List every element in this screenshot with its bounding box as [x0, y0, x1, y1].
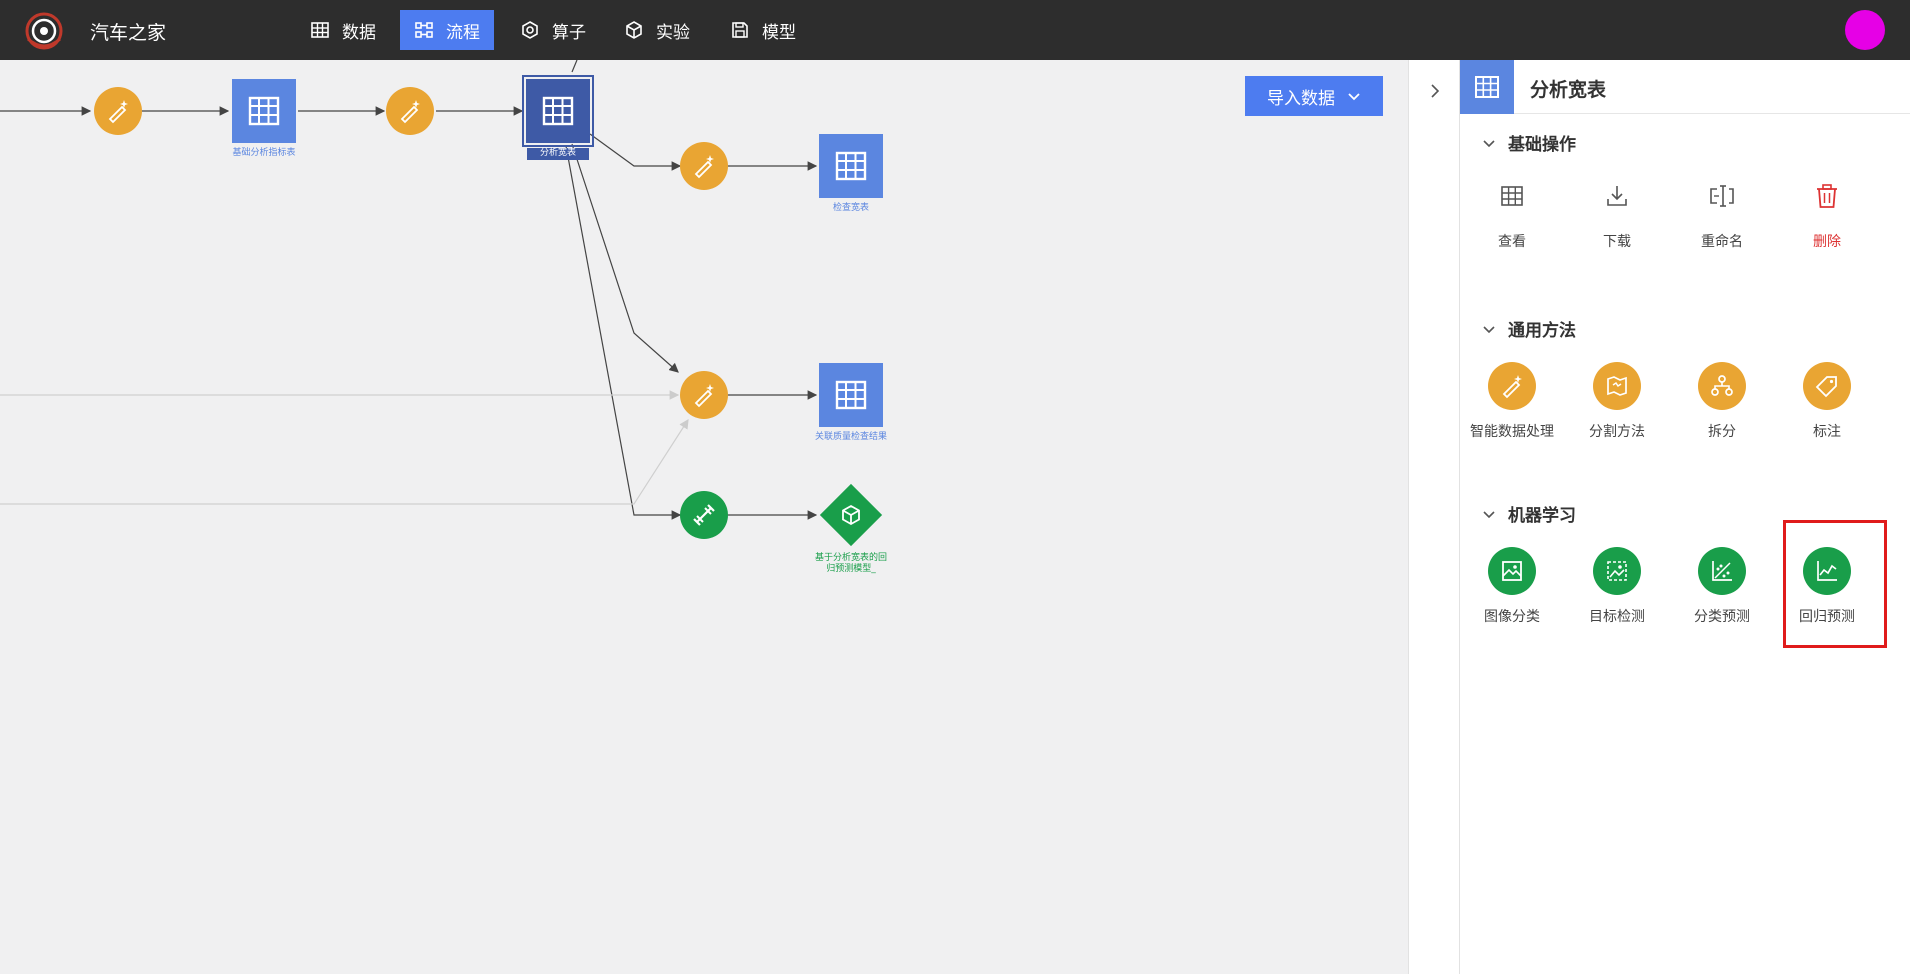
import-data-label: 导入数据	[1267, 88, 1335, 109]
section-machine-learning-title: 机器学习	[1508, 506, 1576, 526]
hierarchy-icon	[1698, 362, 1746, 410]
smart-process-node[interactable]	[680, 371, 728, 419]
nav-models[interactable]: 模型	[716, 10, 810, 50]
chevron-right-icon[interactable]	[1427, 83, 1443, 99]
tool-annotate-label: 标注	[1813, 424, 1841, 440]
dumbbell-icon	[693, 504, 715, 526]
tool-delete-label: 删除	[1813, 234, 1841, 250]
panel-collapse-strip[interactable]	[1408, 60, 1460, 974]
section-basic-ops[interactable]: 基础操作	[1482, 130, 1576, 155]
table-icon	[542, 96, 574, 126]
save-icon	[732, 22, 748, 38]
nav-experiments-label: 实验	[656, 22, 690, 43]
section-general-methods-title: 通用方法	[1508, 321, 1576, 341]
chevron-down-icon	[1348, 93, 1360, 101]
cube-icon	[842, 504, 860, 526]
panel-header: 分析宽表	[1460, 60, 1910, 114]
panel-table-icon	[1460, 60, 1514, 114]
image-classify-icon	[1488, 547, 1536, 595]
table-icon	[835, 380, 867, 410]
magic-wand-icon	[694, 155, 714, 179]
nav-operators-label: 算子	[552, 22, 586, 43]
tool-classification-prediction-label: 分类预测	[1694, 609, 1750, 625]
model-diamond	[819, 483, 883, 547]
app-title: 汽车之家	[90, 22, 167, 44]
tool-rename[interactable]: 重命名	[1670, 172, 1774, 251]
nav-data-label: 数据	[342, 22, 376, 43]
panel-title: 分析宽表	[1530, 79, 1607, 101]
table-node-check-label: 检查宽表	[832, 203, 869, 213]
table-node-check[interactable]	[819, 134, 883, 198]
nav-flow-label: 流程	[446, 22, 480, 43]
section-machine-learning[interactable]: 机器学习	[1482, 501, 1576, 526]
tool-split-method-label: 分割方法	[1589, 424, 1645, 440]
tool-object-detection-label: 目标检测	[1589, 609, 1645, 625]
table-icon	[311, 22, 329, 38]
table-node-wide-label: 分析宽表	[527, 148, 589, 160]
table-node-base[interactable]	[232, 79, 296, 143]
cube-icon	[626, 21, 642, 39]
flow-icon	[415, 22, 433, 38]
model-node-regression-label: 基于分析宽表的回归预测模型_	[814, 553, 887, 574]
table-icon	[1488, 172, 1536, 220]
tool-image-classification-label: 图像分类	[1484, 609, 1540, 625]
tag-icon	[1803, 362, 1851, 410]
nav-data[interactable]: 数据	[296, 10, 390, 50]
smart-process-node[interactable]	[94, 87, 142, 135]
regression-train-node[interactable]	[680, 491, 728, 539]
chevron-down-icon	[1483, 325, 1495, 333]
smart-process-node[interactable]	[680, 142, 728, 190]
split-map-icon	[1593, 362, 1641, 410]
scatter-icon	[1698, 547, 1746, 595]
magic-wand-icon	[1488, 362, 1536, 410]
tool-view[interactable]: 查看	[1460, 172, 1564, 251]
chevron-down-icon	[1483, 510, 1495, 518]
magic-wand-icon	[108, 100, 128, 124]
nav-flow[interactable]: 流程	[400, 10, 494, 50]
highlight-box	[1783, 520, 1887, 648]
node-properties-panel: 分析宽表 基础操作 查看 下载 重命名 删除 通用方法 智能数据处理 分割方法 …	[1460, 60, 1910, 974]
tool-object-detection[interactable]: 目标检测	[1565, 547, 1669, 626]
section-general-methods[interactable]: 通用方法	[1482, 316, 1576, 341]
tool-smart-processing[interactable]: 智能数据处理	[1460, 362, 1564, 441]
nav-experiments[interactable]: 实验	[610, 10, 704, 50]
gear-icon	[522, 21, 538, 39]
nav-operators[interactable]: 算子	[506, 10, 600, 50]
smart-process-node[interactable]	[386, 87, 434, 135]
tool-image-classification[interactable]: 图像分类	[1460, 547, 1564, 626]
tool-split[interactable]: 拆分	[1670, 362, 1774, 441]
top-bar: 汽车之家 数据 流程 算子 实验 模型	[0, 0, 1910, 60]
table-icon	[835, 151, 867, 181]
table-icon	[1475, 76, 1499, 98]
tool-annotate[interactable]: 标注	[1775, 362, 1879, 441]
rename-icon	[1698, 172, 1746, 220]
tool-split-method[interactable]: 分割方法	[1565, 362, 1669, 441]
tool-download-label: 下载	[1603, 234, 1631, 250]
nav-models-label: 模型	[762, 22, 796, 43]
table-icon	[248, 96, 280, 126]
tool-split-label: 拆分	[1708, 424, 1736, 440]
table-node-wide-selected[interactable]	[522, 75, 594, 147]
flow-canvas[interactable]: 基础分析指标表 分析宽表 检查宽表 关联质量检查结果 基于分析宽表的回归预测模型…	[0, 60, 1408, 974]
user-avatar[interactable]	[1845, 10, 1885, 50]
tool-smart-processing-label: 智能数据处理	[1470, 424, 1554, 440]
trash-icon	[1803, 172, 1851, 220]
tool-classification-prediction[interactable]: 分类预测	[1670, 547, 1774, 626]
download-icon	[1593, 172, 1641, 220]
table-node-quality-label: 关联质量检查结果	[814, 432, 887, 442]
object-detect-icon	[1593, 547, 1641, 595]
tool-view-label: 查看	[1498, 234, 1526, 250]
magic-wand-icon	[694, 384, 714, 408]
model-node-regression[interactable]	[819, 483, 883, 547]
import-data-button[interactable]: 导入数据	[1245, 76, 1383, 116]
magic-wand-icon	[400, 100, 420, 124]
tool-download[interactable]: 下载	[1565, 172, 1669, 251]
chevron-down-icon	[1483, 139, 1495, 147]
section-basic-ops-title: 基础操作	[1508, 135, 1576, 155]
tool-rename-label: 重命名	[1701, 234, 1743, 250]
tool-delete[interactable]: 删除	[1775, 172, 1879, 251]
table-node-quality[interactable]	[819, 363, 883, 427]
table-node-base-label: 基础分析指标表	[232, 148, 296, 158]
app-logo[interactable]	[22, 9, 66, 53]
